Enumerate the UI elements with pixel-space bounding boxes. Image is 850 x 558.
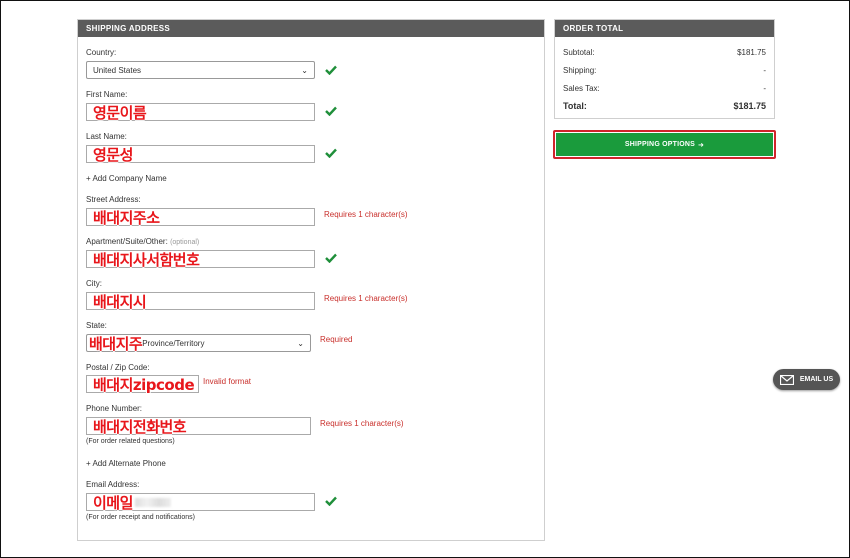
- apt-input[interactable]: 배대지사서함번호: [86, 250, 315, 269]
- email-input[interactable]: 이메일: [86, 493, 315, 512]
- phone-label: Phone Number:: [86, 404, 143, 413]
- country-select[interactable]: United States ⌄: [86, 61, 315, 79]
- shipping-address-header: SHIPPING ADDRESS: [78, 20, 544, 37]
- state-error: Required: [320, 335, 353, 344]
- chevron-down-icon: ⌄: [301, 65, 308, 75]
- email-us-label: EMAIL US: [799, 376, 834, 383]
- shipping-options-highlight: SHIPPING OPTIONS ➜: [553, 130, 776, 159]
- subtotal-label: Subtotal:: [563, 48, 595, 57]
- envelope-icon: [779, 374, 794, 385]
- phone-error: Requires 1 character(s): [320, 419, 404, 428]
- city-label: City:: [86, 279, 102, 288]
- postal-value: 배대지zipcode: [93, 375, 195, 394]
- shipping-row: Shipping: -: [563, 66, 766, 75]
- state-select-content: 배대지주 Province/Territory: [89, 333, 204, 354]
- apt-value: 배대지사서함번호: [93, 250, 200, 269]
- chevron-down-icon: ⌄: [297, 338, 304, 348]
- subtotal-value: $181.75: [737, 48, 766, 57]
- postal-label: Postal / Zip Code:: [86, 363, 150, 372]
- state-value: Province/Territory: [142, 338, 205, 348]
- last-name-value: 영문성: [93, 145, 133, 164]
- street-input[interactable]: 배대지주소: [86, 208, 315, 227]
- country-value: United States: [93, 65, 142, 75]
- order-total-header: ORDER TOTAL: [555, 20, 774, 37]
- email-value: 이메일: [93, 493, 133, 512]
- city-value: 배대지시: [93, 292, 147, 311]
- apt-label-text: Apartment/Suite/Other:: [86, 237, 168, 246]
- first-name-input[interactable]: 영문이름: [86, 103, 315, 122]
- first-name-label: First Name:: [86, 90, 128, 99]
- sales-tax-label: Sales Tax:: [563, 84, 600, 93]
- email-hint: (For order receipt and notifications): [86, 514, 195, 521]
- total-row: Total: $181.75: [563, 101, 766, 111]
- add-alternate-phone-link[interactable]: + Add Alternate Phone: [86, 459, 166, 468]
- street-label: Street Address:: [86, 195, 141, 204]
- shipping-options-label: SHIPPING OPTIONS: [624, 141, 696, 148]
- total-label: Total:: [563, 101, 587, 111]
- subtotal-row: Subtotal: $181.75: [563, 48, 766, 57]
- sales-tax-row: Sales Tax: -: [563, 84, 766, 93]
- check-icon: [325, 106, 337, 116]
- postal-input[interactable]: 배대지zipcode: [86, 375, 199, 394]
- check-icon: [325, 253, 337, 263]
- sales-tax-value: -: [763, 84, 766, 93]
- shipping-cost-value: -: [763, 66, 766, 75]
- email-label: Email Address:: [86, 480, 140, 489]
- shipping-options-button[interactable]: SHIPPING OPTIONS ➜: [556, 133, 773, 156]
- street-error: Requires 1 character(s): [324, 210, 408, 219]
- city-error: Requires 1 character(s): [324, 294, 408, 303]
- phone-input[interactable]: 배대지전화번호: [86, 417, 311, 436]
- check-icon: [325, 148, 337, 158]
- total-value: $181.75: [733, 101, 766, 111]
- street-value: 배대지주소: [93, 208, 160, 227]
- email-us-button[interactable]: EMAIL US: [773, 369, 840, 390]
- check-icon: [325, 496, 337, 506]
- city-input[interactable]: 배대지시: [86, 292, 315, 311]
- shipping-address-panel: SHIPPING ADDRESS Country: United States …: [77, 19, 545, 541]
- phone-hint: (For order related questions): [86, 438, 175, 445]
- last-name-input[interactable]: 영문성: [86, 145, 315, 164]
- postal-error: Invalid format: [203, 377, 252, 386]
- order-total-panel: ORDER TOTAL Subtotal: $181.75 Shipping: …: [554, 19, 775, 119]
- apt-optional: (optional): [170, 239, 200, 246]
- state-overlay: 배대지주: [89, 334, 143, 353]
- check-icon: [325, 65, 337, 75]
- first-name-value: 영문이름: [93, 103, 147, 122]
- email-redaction: [134, 497, 171, 507]
- shipping-cost-label: Shipping:: [563, 66, 597, 75]
- last-name-label: Last Name:: [86, 132, 127, 141]
- arrow-right-icon: ➜: [698, 141, 705, 149]
- state-label: State:: [86, 321, 107, 330]
- phone-value: 배대지전화번호: [93, 417, 187, 436]
- apt-label: Apartment/Suite/Other: (optional): [86, 237, 199, 246]
- country-label: Country:: [86, 48, 117, 57]
- add-company-link[interactable]: + Add Company Name: [86, 174, 167, 183]
- state-select[interactable]: 배대지주 Province/Territory ⌄: [86, 333, 311, 354]
